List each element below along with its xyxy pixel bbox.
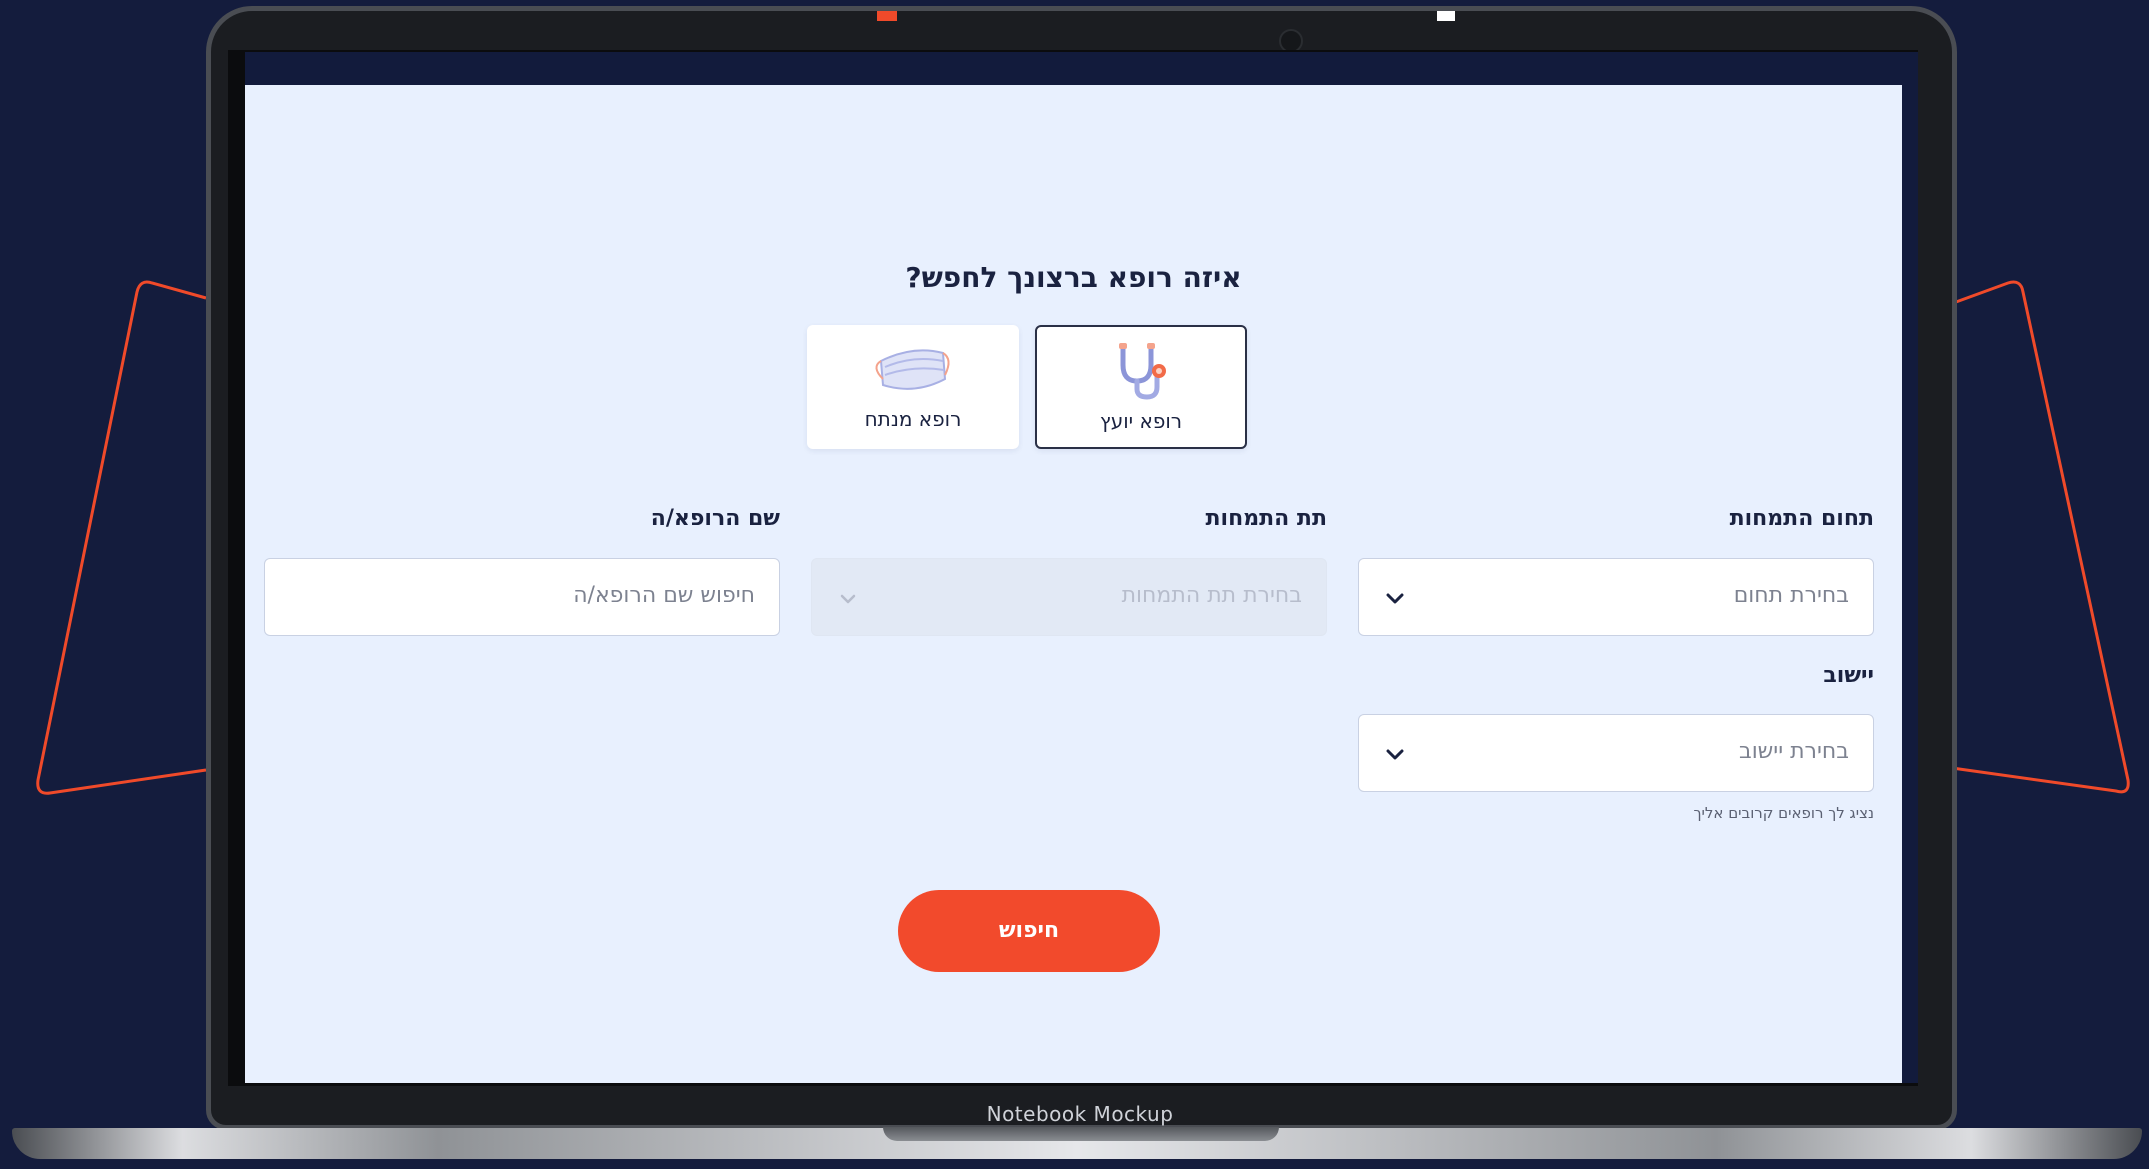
specialty-select-placeholder: בחירת תחום (1733, 583, 1849, 608)
doctor-type-selector: רופא יועץ רופא מנתח (245, 325, 1902, 451)
search-button[interactable]: חיפוש (898, 890, 1160, 972)
doctor-type-surgeon-card[interactable]: רופא מנתח (807, 325, 1019, 449)
top-marker-red (877, 11, 897, 21)
chevron-down-icon (1386, 749, 1404, 760)
device-label: Notebook Mockup (986, 1102, 1174, 1126)
laptop-base-notch (883, 1127, 1279, 1141)
doctor-name-input[interactable]: חיפוש שם הרופא/ה (264, 558, 780, 636)
surgical-mask-icon (807, 339, 1019, 399)
doctor-name-input-placeholder: חיפוש שם הרופא/ה (573, 583, 755, 608)
chevron-down-icon (1386, 593, 1404, 604)
subspecialty-select: בחירת תת התמחות (811, 558, 1327, 636)
locality-select[interactable]: בחירת יישוב (1358, 714, 1874, 792)
locality-hint: נציג לך רופאים קרובים אליך (1693, 804, 1875, 822)
screen: איזה רופא ברצונך לחפש? רופא יועץ רופא מנ… (245, 52, 1918, 1083)
doctor-search-form: איזה רופא ברצונך לחפש? רופא יועץ רופא מנ… (245, 85, 1902, 1083)
specialty-label: תחום התמחות (1729, 506, 1874, 531)
subspecialty-select-placeholder: בחירת תת התמחות (1121, 583, 1302, 608)
subspecialty-label: תת התמחות (1205, 506, 1327, 531)
doctor-type-label: רופא מנתח (864, 407, 962, 431)
top-marker-white (1437, 11, 1455, 21)
doctor-type-label: רופא יועץ (1099, 409, 1183, 433)
stethoscope-icon (1037, 341, 1245, 401)
locality-select-placeholder: בחירת יישוב (1738, 739, 1849, 764)
specialty-select[interactable]: בחירת תחום (1358, 558, 1874, 636)
page-title: איזה רופא ברצונך לחפש? (905, 261, 1242, 294)
doctor-type-consultant-card[interactable]: רופא יועץ (1035, 325, 1247, 449)
doctor-name-label: שם הרופא/ה (650, 506, 780, 531)
chevron-down-icon (840, 594, 856, 604)
locality-label: יישוב (1823, 663, 1874, 688)
